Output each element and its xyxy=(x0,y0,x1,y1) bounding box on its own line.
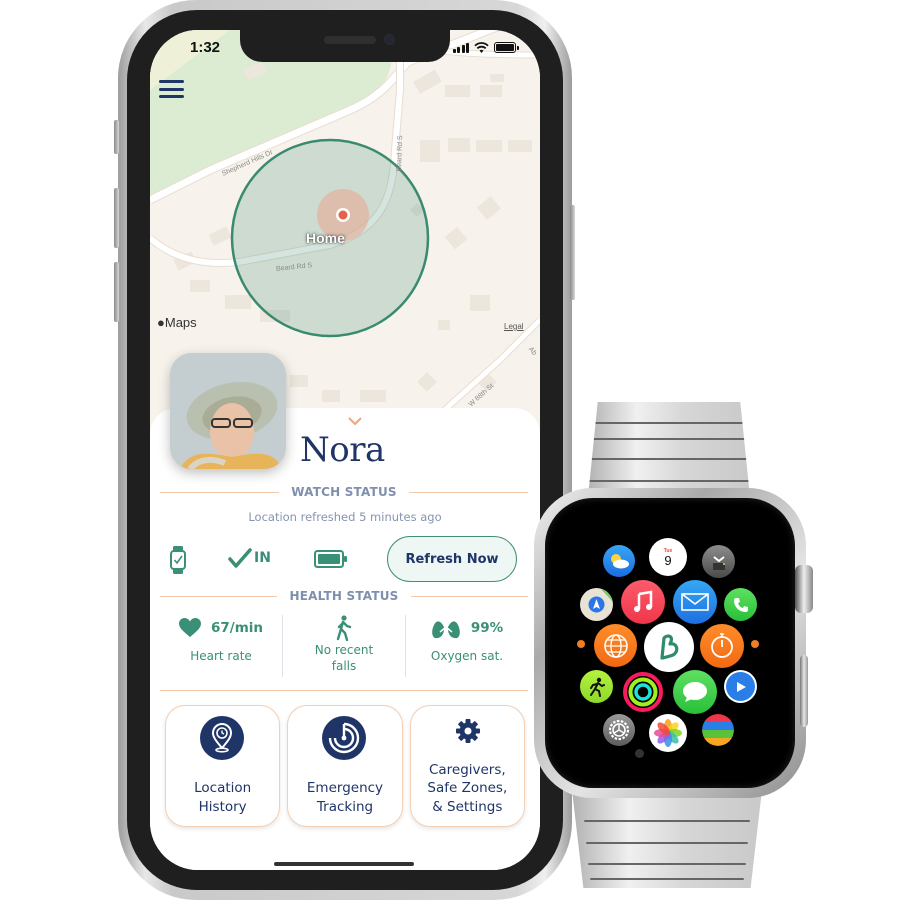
brand-app-icon[interactable] xyxy=(644,622,694,672)
calendar-app-icon[interactable]: Tue 9 xyxy=(649,538,687,576)
activity-app-icon[interactable] xyxy=(621,670,665,714)
phone-app-icon[interactable] xyxy=(724,588,757,621)
watch-status-row: IN Refresh Now xyxy=(150,536,540,582)
status-icons xyxy=(452,42,519,53)
profile-photo[interactable] xyxy=(170,353,286,469)
settings-button[interactable]: Caregivers, Safe Zones, & Settings xyxy=(409,705,525,827)
avatar-image xyxy=(170,353,286,469)
emergency-tracking-icon-bg xyxy=(322,716,367,760)
cellular-signal-icon xyxy=(452,43,469,53)
watch-status-heading: WATCH STATUS xyxy=(160,484,528,500)
lungs-icon xyxy=(432,617,460,639)
metric-heart-rate: 67/min Heart rate xyxy=(160,615,282,677)
timer-left-app-icon[interactable] xyxy=(577,640,585,648)
location-history-button[interactable]: Location History xyxy=(165,705,281,827)
battery-level-icon xyxy=(314,550,347,568)
status-time: 1:32 xyxy=(190,39,221,56)
world-clock-app-icon[interactable] xyxy=(594,624,637,667)
phone-screen: Shepherd Hills Dr Beard Rd S Beard Rd S … xyxy=(150,30,540,870)
emergency-tracking-label: Emergency Tracking xyxy=(306,780,384,815)
location-marker xyxy=(338,210,348,220)
location-history-icon xyxy=(211,723,233,753)
weather-app-icon[interactable] xyxy=(603,545,635,577)
zone-status: IN xyxy=(254,550,271,566)
front-camera xyxy=(384,34,395,45)
phone-power-button xyxy=(570,205,575,300)
metric-falls: No recent falls xyxy=(282,615,405,677)
settings-app-icon[interactable] xyxy=(603,714,635,746)
street-label: Beard Rd S xyxy=(395,135,405,172)
apple-maps-logo: ●Maps xyxy=(157,315,197,330)
heart-rate-label: Heart rate xyxy=(190,649,252,663)
geofence-label: Home xyxy=(306,230,345,246)
notch xyxy=(240,28,450,62)
person-name: Nora xyxy=(300,430,385,470)
mail-app-icon[interactable] xyxy=(673,580,717,624)
workout-app-icon[interactable] xyxy=(580,670,613,703)
stopwatch-app-icon[interactable] xyxy=(700,624,744,668)
settings-label: Caregivers, Safe Zones, & Settings xyxy=(427,761,508,815)
oxygen-label: Oxygen sat. xyxy=(430,649,504,663)
metric-oxygen: 99% Oxygen sat. xyxy=(405,615,528,677)
calendar-date: 9 xyxy=(664,552,672,568)
maps-app-icon[interactable] xyxy=(580,588,613,621)
watch-band-bottom xyxy=(572,790,762,888)
checkmark-icon xyxy=(228,548,252,568)
walking-person-icon xyxy=(336,615,352,641)
section-divider xyxy=(160,690,528,691)
health-status-heading: HEALTH STATUS xyxy=(160,588,528,604)
digital-crown[interactable] xyxy=(795,565,813,613)
legal-link[interactable]: Legal xyxy=(504,322,524,331)
location-history-label: Location History xyxy=(194,780,252,815)
oxygen-value: 99% xyxy=(470,620,504,636)
timer-right-app-icon[interactable] xyxy=(751,640,759,648)
speaker-grille xyxy=(324,36,376,44)
messages-app-icon[interactable] xyxy=(673,670,717,714)
home-indicator[interactable] xyxy=(274,862,414,866)
location-refreshed-text: Location refreshed 5 minutes ago xyxy=(248,510,442,524)
action-tiles: Location History Emergency Tracking Care… xyxy=(165,705,525,827)
chevron-down-icon[interactable] xyxy=(347,416,363,426)
video-player-app-icon[interactable] xyxy=(724,670,757,703)
photos-app-icon[interactable] xyxy=(649,714,687,752)
watch-band-top xyxy=(588,402,750,497)
emergency-tracking-button[interactable]: Emergency Tracking xyxy=(287,705,403,827)
emergency-tracking-icon xyxy=(329,722,360,754)
watch-connected-icon xyxy=(170,546,186,574)
watch-side-button[interactable] xyxy=(800,655,808,727)
hamburger-menu-icon[interactable] xyxy=(159,78,184,100)
location-history-icon-bg xyxy=(200,716,244,760)
heart-icon xyxy=(178,618,201,637)
gear-icon xyxy=(455,719,480,743)
maps-provider-label: Maps xyxy=(164,315,197,330)
health-metrics: 67/min Heart rate No recent falls 99% Ox… xyxy=(160,615,528,677)
wifi-icon xyxy=(474,42,489,53)
refresh-now-button[interactable]: Refresh Now xyxy=(387,536,517,582)
remote-app-icon[interactable] xyxy=(702,545,735,578)
phone-volume-down xyxy=(114,262,119,322)
apple-icon: ● xyxy=(157,315,165,330)
battery-icon xyxy=(494,42,519,53)
heart-rate-value: 67/min xyxy=(210,620,264,636)
music-app-icon[interactable] xyxy=(621,580,665,624)
passbook-app-icon[interactable] xyxy=(702,714,734,746)
phone-volume-up xyxy=(114,188,119,248)
heart-rate-app-icon[interactable] xyxy=(635,749,644,758)
phone-silent-switch xyxy=(114,120,119,154)
falls-label: No recent falls xyxy=(314,643,374,673)
